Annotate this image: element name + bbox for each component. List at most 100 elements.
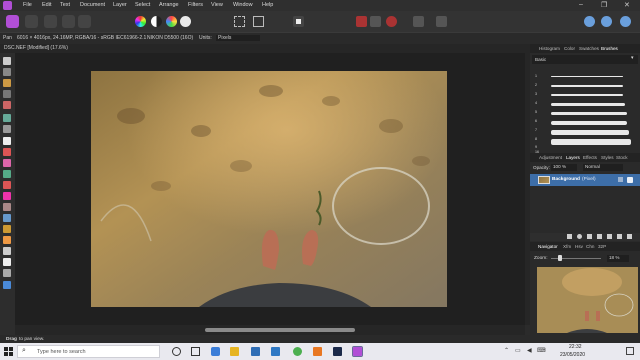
photoshop-icon[interactable] [333, 347, 342, 356]
auto-levels-icon[interactable] [135, 16, 146, 27]
snapping-icon[interactable] [386, 16, 397, 27]
tab-transform[interactable]: Xfm [563, 244, 571, 249]
tab-channels[interactable]: Chn [586, 244, 594, 249]
menu-document[interactable]: Document [80, 2, 105, 8]
healing-tool-icon[interactable] [3, 181, 11, 189]
auto-colors-icon[interactable] [166, 16, 177, 27]
menu-edit[interactable]: Edit [42, 2, 51, 8]
erase-brush-tool-icon[interactable] [3, 148, 11, 156]
close-icon[interactable]: ✕ [624, 1, 630, 9]
menu-layer[interactable]: Layer [113, 2, 127, 8]
menu-file[interactable]: File [23, 2, 32, 8]
brush-stroke[interactable] [551, 103, 625, 106]
brush-stroke[interactable] [551, 130, 629, 135]
crop-tool-icon[interactable] [3, 90, 11, 98]
pan-tool-icon[interactable] [3, 57, 11, 65]
blend-mode-select[interactable]: Normal [583, 164, 623, 171]
photo-persona-icon[interactable] [6, 15, 19, 28]
flood-fill-tool-icon[interactable] [3, 137, 11, 145]
blur-brush-tool-icon[interactable] [3, 214, 11, 222]
tab-histogram[interactable]: Histogram [539, 46, 560, 51]
tab-32p[interactable]: 32P [598, 244, 606, 249]
text-tool-icon[interactable] [3, 258, 11, 266]
lock-icon[interactable] [618, 177, 623, 182]
auto-contrast-icon[interactable] [151, 16, 162, 27]
chrome-icon[interactable] [293, 347, 302, 356]
tab-adjustment[interactable]: Adjustment [539, 155, 562, 160]
shape-tool-icon[interactable] [3, 247, 11, 255]
language-icon[interactable]: ⌨ [537, 347, 546, 354]
affinity-photo-taskbar-icon[interactable] [352, 346, 363, 357]
edge-icon[interactable] [211, 347, 220, 356]
flood-select-tool-icon[interactable] [3, 125, 11, 133]
opacity-field[interactable]: 100 % [551, 164, 577, 171]
layer-row-background[interactable]: Background (Pixel) [530, 174, 640, 186]
develop-persona-icon[interactable] [44, 15, 57, 28]
clone-tool-icon[interactable] [3, 170, 11, 178]
pen-tool-icon[interactable] [3, 225, 11, 233]
menu-select[interactable]: Select [135, 2, 150, 8]
zoom-field[interactable]: 18 % [607, 255, 629, 262]
units-select[interactable]: Pixels [216, 35, 260, 41]
brush-stroke[interactable] [551, 121, 627, 125]
auto-white-balance-icon[interactable] [180, 16, 191, 27]
move-tool-icon[interactable] [3, 68, 11, 76]
menu-arrange[interactable]: Arrange [159, 2, 179, 8]
app-icon[interactable] [313, 347, 322, 356]
tab-swatches[interactable]: Swatches [579, 46, 599, 51]
zoom-tool-icon[interactable] [3, 269, 11, 277]
primary-color-icon[interactable] [3, 281, 11, 289]
minimize-icon[interactable]: – [579, 1, 583, 8]
group-layers-icon[interactable] [607, 234, 612, 239]
mask-layer-icon[interactable] [577, 234, 582, 239]
brush-stroke[interactable] [551, 94, 623, 96]
volume-icon[interactable]: ◀ [527, 347, 532, 354]
add-layer-icon[interactable] [617, 234, 622, 239]
tab-stock[interactable]: Stock [616, 155, 628, 160]
freehand-tool-icon[interactable] [3, 236, 11, 244]
mail-icon[interactable] [271, 347, 280, 356]
tone-mapping-persona-icon[interactable] [62, 15, 75, 28]
export-persona-icon[interactable] [78, 15, 91, 28]
quick-mask-icon[interactable] [356, 16, 367, 27]
tab-styles[interactable]: Styles [601, 155, 614, 160]
taskbar-date[interactable]: 23/05/2020 [560, 352, 585, 358]
windows-start-icon[interactable] [4, 347, 13, 356]
menu-view[interactable]: View [211, 2, 223, 8]
menu-filters[interactable]: Filters [188, 2, 203, 8]
document-tab[interactable]: DSC.NEF [Modified] (17.6%) [0, 44, 530, 53]
assistant-icon[interactable] [370, 16, 381, 27]
store-icon[interactable] [251, 347, 260, 356]
share-icon[interactable] [601, 16, 612, 27]
navigator-preview[interactable] [537, 267, 638, 333]
studio-icon[interactable] [584, 16, 595, 27]
brush-stroke[interactable] [551, 112, 627, 115]
tab-color[interactable]: Color [564, 46, 575, 51]
tab-layers[interactable]: Layers [566, 155, 580, 160]
file-explorer-icon[interactable] [230, 347, 239, 356]
help-icon[interactable] [620, 16, 631, 27]
red-eye-tool-icon[interactable] [3, 192, 11, 200]
delete-layer-icon[interactable] [627, 234, 632, 239]
marquee-icon[interactable] [234, 16, 245, 27]
deselect-icon[interactable] [253, 16, 264, 27]
tab-brushes[interactable]: Brushes [601, 46, 618, 51]
menu-window[interactable]: Window [233, 2, 253, 8]
adjustment-layer-icon[interactable] [587, 234, 592, 239]
tab-history[interactable]: Hsv [575, 244, 583, 249]
tab-navigator[interactable]: Navigator [538, 244, 558, 249]
visibility-checkbox[interactable] [627, 177, 633, 183]
network-icon[interactable]: ▭ [515, 347, 521, 354]
live-filter-icon[interactable] [597, 234, 602, 239]
brush-stroke[interactable] [551, 76, 623, 77]
tab-effects[interactable]: Effects [583, 155, 597, 160]
system-tray-chevron-icon[interactable]: ⌃ [504, 347, 509, 354]
brush-stroke[interactable] [551, 85, 623, 87]
brush-stroke[interactable] [551, 139, 631, 145]
zoom-slider-handle[interactable] [558, 255, 562, 261]
taskbar-time[interactable]: 22:32 [569, 344, 582, 350]
menu-text[interactable]: Text [60, 2, 70, 8]
cortana-icon[interactable] [172, 347, 181, 356]
horizontal-scroll-thumb[interactable] [205, 328, 355, 332]
order-icon[interactable] [436, 16, 447, 27]
